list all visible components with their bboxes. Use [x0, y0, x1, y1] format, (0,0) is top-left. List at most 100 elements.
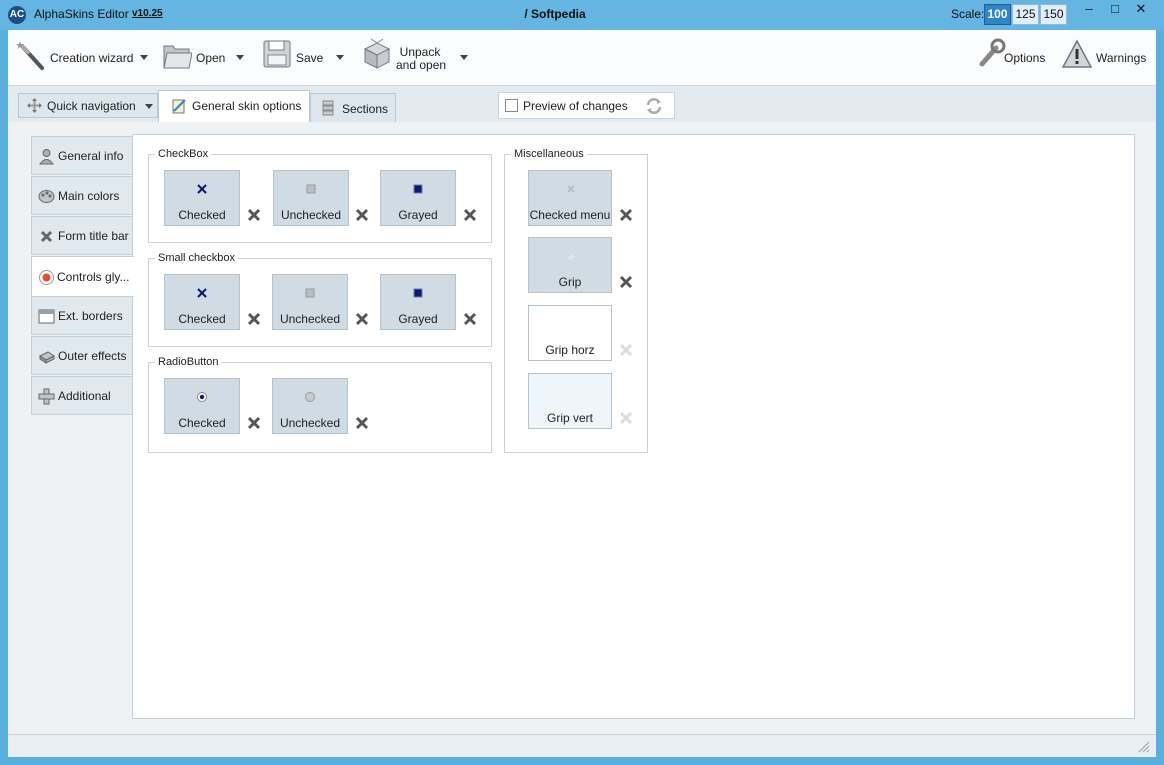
checkbox-checked-glyph[interactable]: Checked: [164, 170, 240, 226]
glyph-label: Checked: [178, 208, 226, 222]
miscellaneous-group-title: Miscellaneous: [511, 147, 587, 161]
magic-wand-icon: [16, 41, 44, 70]
tab-sections[interactable]: Sections: [310, 93, 396, 122]
tab-general-skin-options[interactable]: General skin options: [158, 90, 310, 122]
glyph-label: Checked menu: [529, 208, 611, 222]
minimize-button[interactable]: –: [1076, 0, 1102, 20]
creation-wizard-button[interactable]: Creation wizard: [12, 30, 152, 86]
glyph-label: Unchecked: [279, 416, 341, 430]
options-label: Options: [1004, 51, 1046, 65]
floppy-disk-icon: [263, 40, 291, 68]
radio-unchecked-glyph[interactable]: Unchecked: [272, 378, 348, 434]
delete-icon[interactable]: [355, 312, 369, 326]
sidebar-item-label: Ext. borders: [58, 309, 123, 323]
grip-vert-glyph[interactable]: Grip vert: [528, 373, 612, 429]
glyph-label: Unchecked: [279, 312, 341, 326]
sidebar-item-ext-borders[interactable]: Ext. borders: [31, 296, 132, 335]
sidebar-item-outer-effects[interactable]: Outer effects: [31, 336, 132, 375]
box-unpack-icon: [363, 38, 391, 69]
tab-sections-label: Sections: [342, 102, 389, 116]
delete-icon[interactable]: [463, 312, 477, 326]
delete-icon[interactable]: [355, 416, 369, 430]
scale-150-button[interactable]: 150: [1040, 4, 1067, 25]
plus-icon: [38, 388, 55, 405]
close-window-button[interactable]: ✕: [1128, 0, 1154, 20]
sidebar-item-label: Form title bar: [58, 229, 129, 243]
window-icon: [38, 309, 55, 324]
sidebar-item-additional[interactable]: Additional: [31, 376, 132, 415]
small-checkbox-unchecked-glyph[interactable]: Unchecked: [272, 274, 348, 330]
checkbox-grayed-glyph[interactable]: Grayed: [380, 170, 456, 226]
radio-button-group-title: RadioButton: [155, 355, 222, 369]
glyph-label: Checked: [178, 312, 226, 326]
delete-icon[interactable]: [619, 275, 633, 289]
title-bar: AC AlphaSkins Editor v10.25 / Softpedia …: [0, 0, 1164, 30]
creation-wizard-dropdown-icon[interactable]: [140, 55, 148, 60]
glyph-label: Grayed: [398, 312, 438, 326]
maximize-button[interactable]: □: [1102, 0, 1128, 20]
empty-square-icon: [306, 184, 316, 194]
filled-square-icon: [413, 184, 423, 194]
save-dropdown-icon[interactable]: [336, 55, 344, 60]
glyph-label: Checked: [178, 416, 226, 430]
sidebar-item-form-title-bar[interactable]: Form title bar: [31, 216, 132, 255]
checkbox-group-title: CheckBox: [155, 147, 212, 161]
sidebar-item-label: Controls gly...: [57, 270, 130, 284]
wrench-icon: [979, 38, 1006, 67]
warnings-button[interactable]: Warnings: [1060, 30, 1150, 86]
delete-icon-disabled: [619, 343, 633, 357]
options-button[interactable]: Options: [974, 30, 1048, 86]
radio-empty-icon: [305, 392, 315, 402]
grip-glyph[interactable]: Grip: [528, 237, 612, 293]
grip-horz-glyph[interactable]: Grip horz: [528, 305, 612, 361]
save-button[interactable]: Save: [260, 30, 350, 86]
scale-125-button[interactable]: 125: [1012, 4, 1039, 25]
small-checkbox-checked-glyph[interactable]: Checked: [164, 274, 240, 330]
radio-dot-icon: [197, 392, 207, 402]
unpack-label-line2: and open: [396, 58, 447, 72]
checkbox-group: CheckBox Checked Unchecked Grayed: [148, 147, 492, 243]
glyph-label: Grip horz: [545, 343, 595, 357]
delete-icon[interactable]: [247, 312, 261, 326]
small-checkbox-group-title: Small checkbox: [155, 251, 239, 265]
menu-check-icon: [567, 185, 575, 193]
checked-menu-glyph[interactable]: Checked menu: [528, 170, 612, 226]
checkbox-unchecked-glyph[interactable]: Unchecked: [273, 170, 349, 226]
sidebar-item-label: General info: [58, 149, 124, 163]
delete-icon[interactable]: [247, 416, 261, 430]
open-dropdown-icon[interactable]: [236, 55, 244, 60]
small-checkbox-grayed-glyph[interactable]: Grayed: [380, 274, 456, 330]
save-label: Save: [296, 51, 324, 65]
controls-glyphs-panel: CheckBox Checked Unchecked Grayed Small …: [132, 134, 1135, 719]
unpack-and-open-button[interactable]: Unpack and open: [360, 30, 472, 86]
radio-checked-glyph[interactable]: Checked: [164, 378, 240, 434]
filled-square-icon: [413, 288, 423, 298]
creation-wizard-label: Creation wizard: [50, 51, 134, 65]
refresh-icon[interactable]: [645, 97, 663, 115]
preview-of-changes: Preview of changes: [498, 92, 675, 119]
sidebar-item-general-info[interactable]: General info: [31, 136, 132, 175]
edit-sheet-icon: [172, 99, 186, 114]
quick-navigation-dropdown-icon[interactable]: [145, 104, 153, 109]
delete-icon[interactable]: [355, 208, 369, 222]
scale-100-button[interactable]: 100: [984, 4, 1011, 25]
delete-icon[interactable]: [247, 208, 261, 222]
sections-list-icon: [322, 100, 334, 116]
delete-icon[interactable]: [463, 208, 477, 222]
sidebar-item-label: Outer effects: [58, 349, 127, 363]
sidebar-item-main-colors[interactable]: Main colors: [31, 176, 132, 215]
resize-grip-icon[interactable]: [1136, 739, 1150, 753]
glyph-label: Grip: [558, 275, 582, 289]
quick-navigation-dropdown[interactable]: Quick navigation: [18, 93, 158, 118]
radio-button-group: RadioButton Checked Unchecked: [148, 355, 492, 453]
glyph-label: Unchecked: [280, 208, 342, 222]
unpack-dropdown-icon[interactable]: [460, 55, 468, 60]
empty-square-icon: [305, 288, 315, 298]
open-button[interactable]: Open: [158, 30, 250, 86]
preview-of-changes-checkbox[interactable]: [505, 99, 518, 112]
sidebar-item-controls-glyphs[interactable]: Controls gly...: [31, 256, 134, 297]
small-checkbox-group: Small checkbox Checked Unchecked Grayed: [148, 251, 492, 347]
window-title: / Softpedia: [524, 7, 586, 21]
delete-icon[interactable]: [619, 208, 633, 222]
scale-label: Scale:: [951, 7, 985, 21]
